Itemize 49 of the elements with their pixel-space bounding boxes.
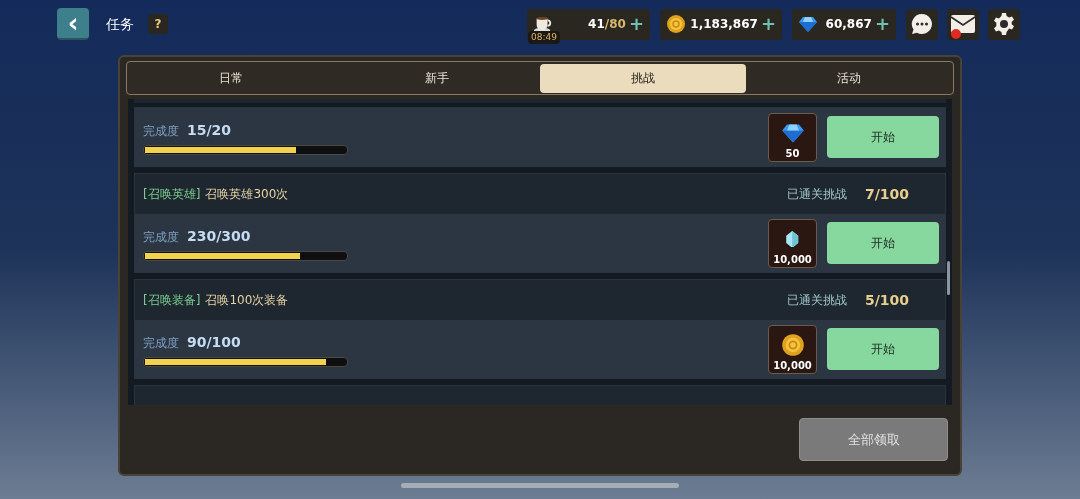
task-title: 召唤100次装备 bbox=[205, 292, 289, 309]
task-tag: [召唤装备] bbox=[143, 291, 201, 309]
chat-button[interactable] bbox=[906, 8, 938, 40]
cleared-count: 5/100 bbox=[864, 290, 909, 310]
settings-icon bbox=[992, 12, 1016, 36]
cleared-count: 7/100 bbox=[864, 184, 909, 204]
cleared-label: 已通关挑战 bbox=[786, 186, 847, 203]
diamond-icon bbox=[798, 14, 818, 34]
tab[interactable]: 挑战 bbox=[540, 63, 746, 93]
envelope-icon bbox=[950, 14, 976, 34]
task-tag: [召唤英雄] bbox=[143, 185, 201, 203]
reward-amount: 10,000 bbox=[772, 358, 813, 373]
progress-label: 完成度 bbox=[143, 122, 179, 140]
scrollbar[interactable] bbox=[947, 261, 950, 295]
start-button[interactable]: 开始 bbox=[827, 222, 939, 264]
progress-label: 完成度 bbox=[143, 228, 179, 246]
help-button[interactable]: ? bbox=[148, 14, 168, 34]
tab[interactable]: 日常 bbox=[128, 63, 334, 93]
task-title: 召唤英雄300次 bbox=[205, 186, 289, 203]
reward-amount: 50 bbox=[784, 146, 801, 161]
settings-button[interactable] bbox=[988, 8, 1020, 40]
progress-value: 15/20 bbox=[187, 120, 232, 140]
reward-slot[interactable]: 10,000 bbox=[768, 324, 817, 374]
progress-value: 90/100 bbox=[187, 332, 241, 352]
reward-slot[interactable]: 50 bbox=[768, 112, 817, 162]
tab[interactable]: 活动 bbox=[746, 63, 952, 93]
resource-value: 41 bbox=[588, 17, 605, 31]
resource-max: /80 bbox=[604, 17, 626, 31]
resource-value: 1,183,867 bbox=[690, 17, 758, 31]
reward-amount: 10,000 bbox=[772, 252, 813, 267]
speech-bubble-icon bbox=[910, 12, 934, 36]
tab[interactable]: 新手 bbox=[334, 63, 540, 93]
crystal-icon bbox=[785, 230, 800, 248]
cleared-label: 已通关挑战 bbox=[786, 292, 847, 309]
timer-label: 08:49 bbox=[528, 30, 560, 44]
progress-value: 230/300 bbox=[187, 226, 251, 246]
add-button[interactable]: + bbox=[628, 15, 644, 33]
start-button[interactable]: 开始 bbox=[827, 116, 939, 158]
progress-label: 完成度 bbox=[143, 334, 179, 352]
page-title: 任务 bbox=[106, 14, 134, 34]
mail-button[interactable] bbox=[947, 8, 979, 40]
coin-icon bbox=[666, 14, 686, 34]
coin-icon bbox=[780, 333, 805, 357]
add-button[interactable]: + bbox=[874, 15, 890, 33]
resource-value: 60,867 bbox=[825, 17, 872, 31]
add-button[interactable]: + bbox=[760, 15, 776, 33]
back-button[interactable]: ‹ bbox=[57, 8, 89, 40]
reward-slot[interactable]: 10,000 bbox=[768, 218, 817, 268]
start-button[interactable]: 开始 bbox=[827, 328, 939, 370]
